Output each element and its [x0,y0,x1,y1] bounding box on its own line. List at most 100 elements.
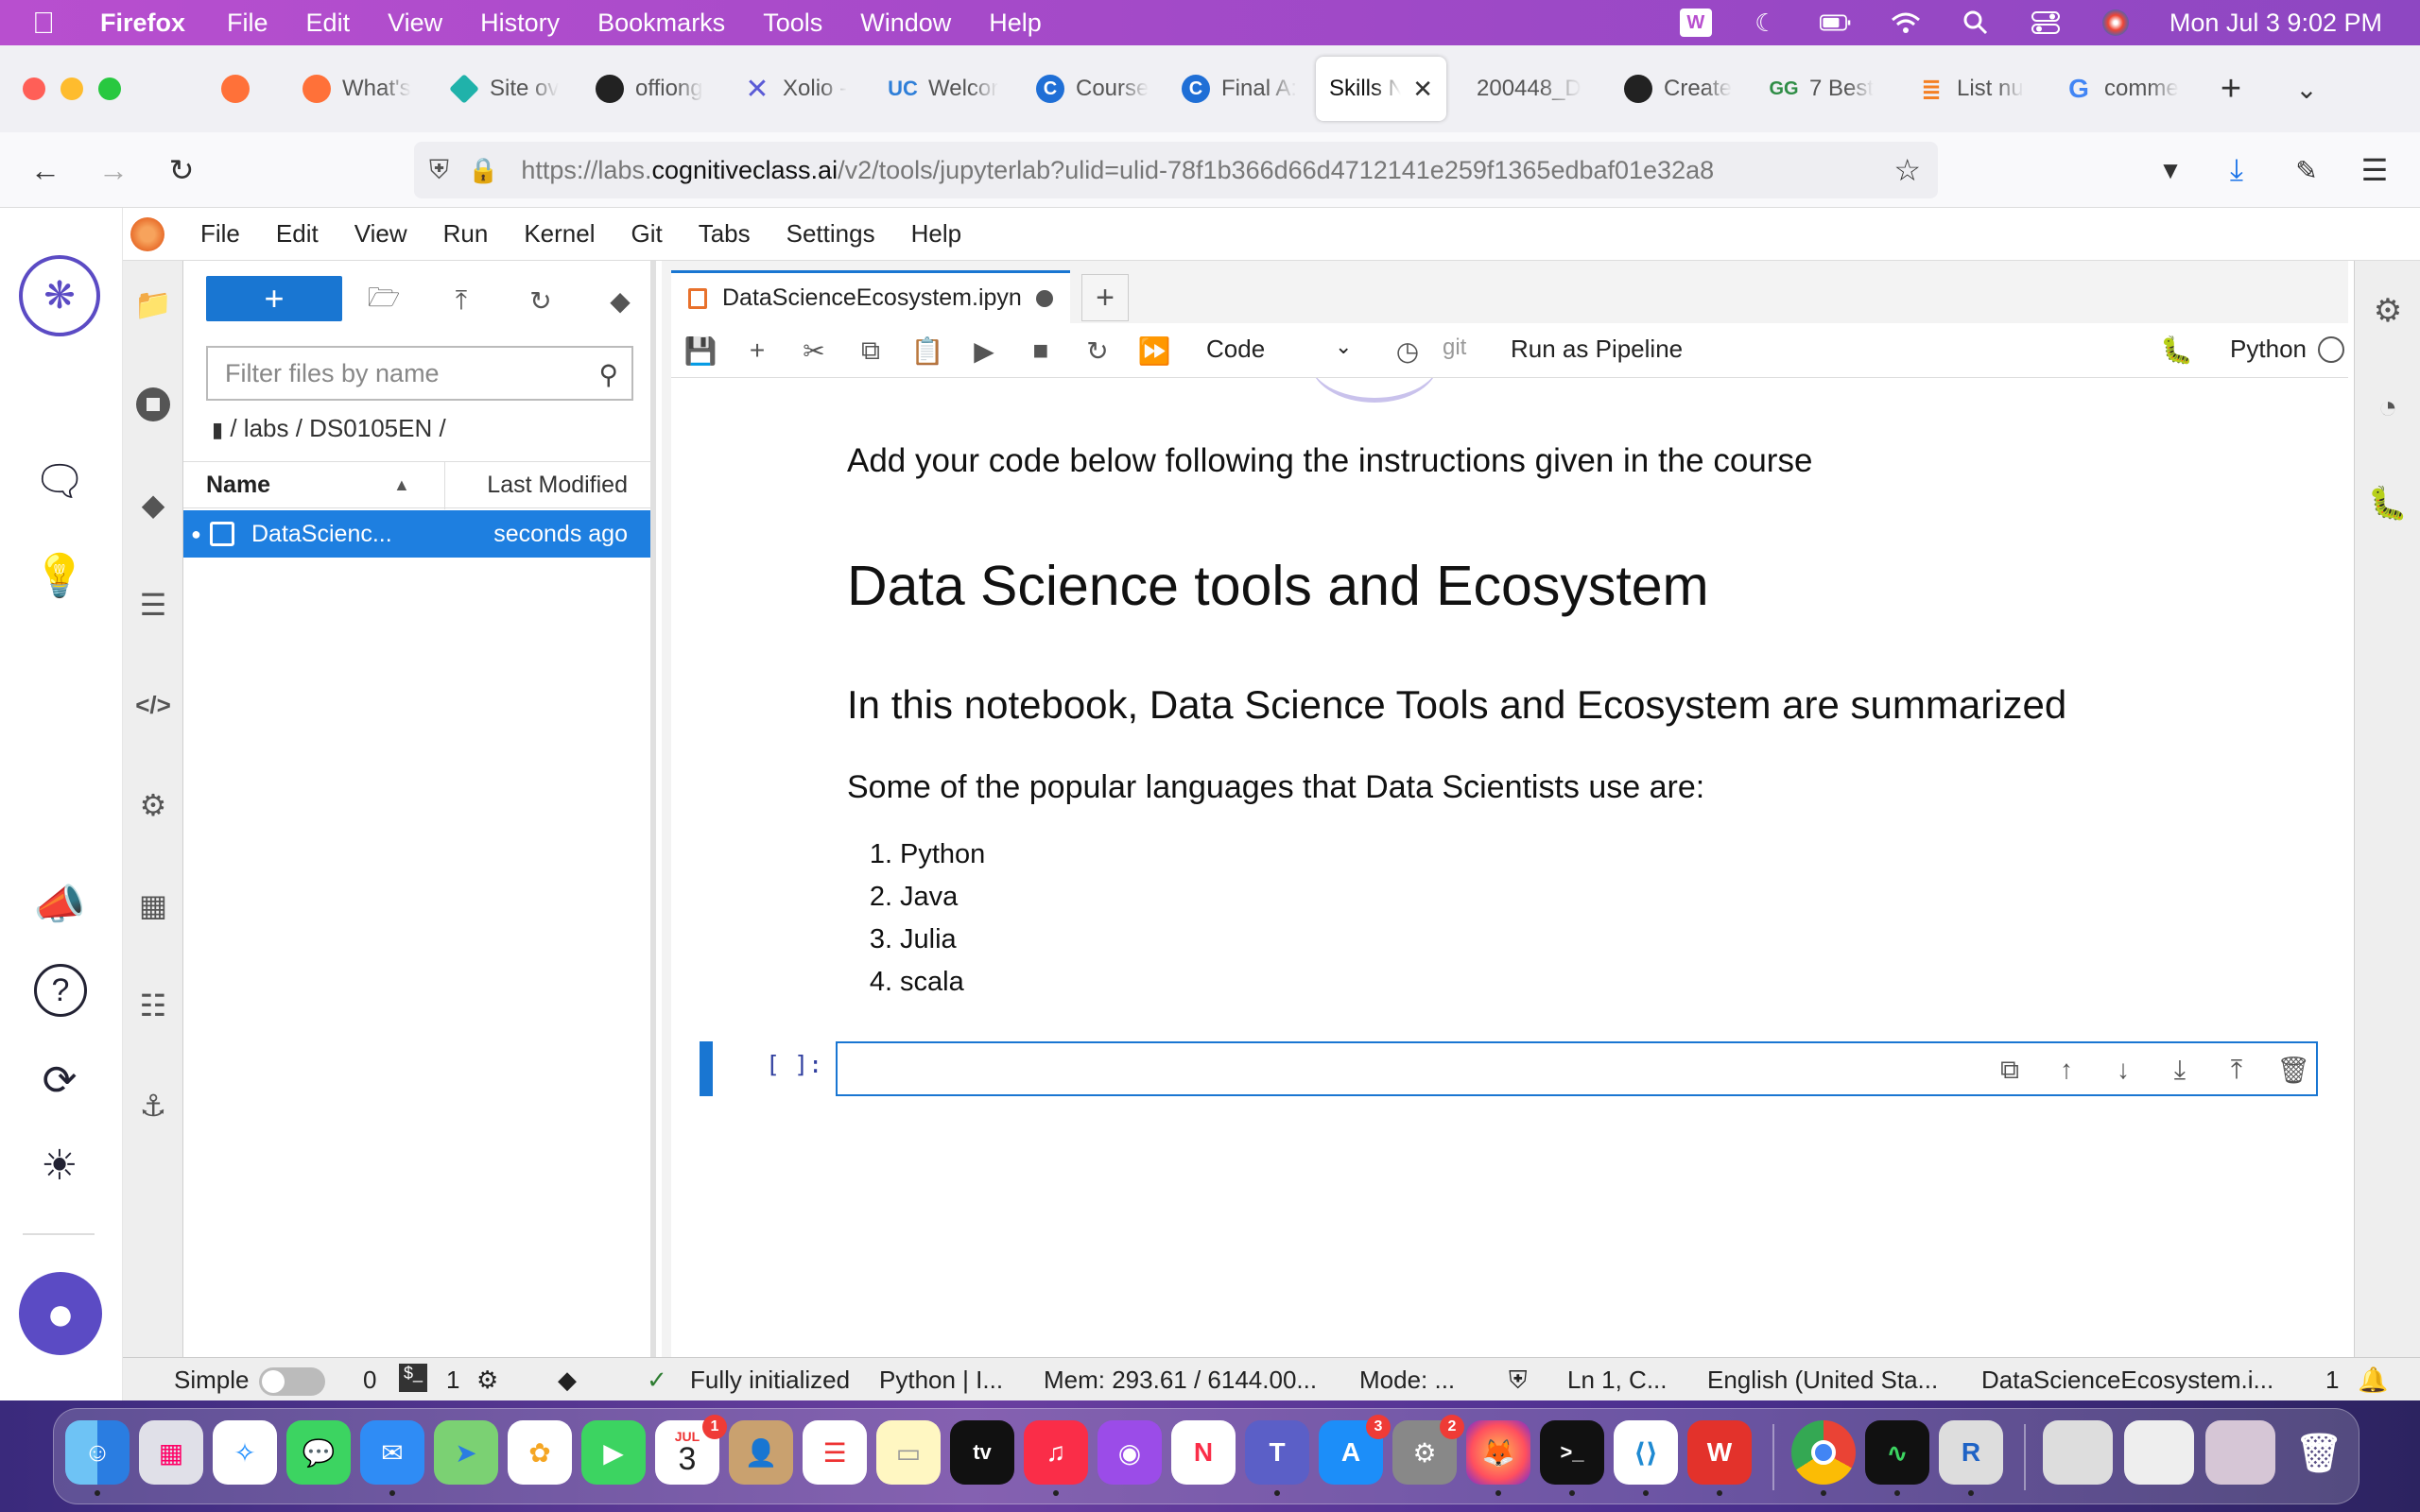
wps-status-icon[interactable]: W [1679,9,1712,37]
mac-menu-window[interactable]: Window [860,9,951,38]
help-icon[interactable]: ? [34,964,87,1017]
running-sessions-icon[interactable] [132,384,174,425]
add-tab-button[interactable]: + [1081,274,1129,321]
file-filter-input[interactable]: Filter files by name ⚲ [206,346,633,401]
mac-menu-edit[interactable]: Edit [306,9,351,38]
contacts-icon[interactable]: 👤 [729,1420,793,1485]
cpu-icon[interactable]: ⚙ [476,1366,498,1395]
window-minimize-button[interactable] [60,77,83,100]
move-up-icon[interactable]: ↑ [2049,1053,2083,1087]
window-zoom-button[interactable] [98,77,121,100]
kernel-status[interactable]: Python | I... [879,1366,1003,1395]
jmenu-view[interactable]: View [354,219,407,249]
kernel-name[interactable]: Python [2230,335,2307,364]
cut-icon[interactable]: ✂ [798,335,830,367]
debugger-icon[interactable]: 🐛 [2160,335,2193,366]
firefox-icon[interactable]: 🦊 [1466,1420,1530,1485]
megaphone-icon[interactable]: 📣 [28,873,91,936]
hamburger-menu-icon[interactable]: ☰ [2354,149,2395,191]
run-as-pipeline-button[interactable]: Run as Pipeline [1511,335,1683,364]
cell-type-select[interactable]: Code ⌄ [1206,335,1352,364]
breadcrumb[interactable]: ▮ / labs / DS0105EN / [212,414,446,443]
puzzle-icon[interactable]: ⚓ [132,1085,174,1126]
user-avatar-icon[interactable]: ● [19,1272,102,1355]
menubar-clock[interactable]: Mon Jul 3 9:02 PM [2169,9,2382,38]
control-center-icon[interactable] [2030,9,2062,37]
browser-tab[interactable]: ≣ List nu [1917,57,2040,121]
duplicate-cell-icon[interactable]: ⧉ [1993,1053,2027,1087]
app-store-icon[interactable]: A3 [1319,1415,1391,1485]
system-settings-icon[interactable]: ⚙ 2 [1392,1415,1464,1485]
insert-above-icon[interactable]: ⤓ [2163,1053,2197,1087]
bookmark-star-icon[interactable]: ☆ [1893,152,1921,188]
property-inspector-icon[interactable]: ⚙ [132,784,174,826]
jmenu-run[interactable]: Run [443,219,489,249]
news-icon[interactable]: N [1171,1420,1236,1485]
moon-icon[interactable]: ☾ [1750,9,1782,37]
column-divider[interactable] [444,462,445,509]
lock-icon[interactable]: 🔒 [468,156,498,185]
delete-cell-icon[interactable]: 🗑 [2276,1053,2310,1087]
insert-below-icon[interactable]: ⤒ [2220,1053,2254,1087]
extension-manager-icon[interactable]: ☷ [132,985,174,1026]
reload-icon[interactable]: ↻ [161,149,202,191]
music-icon[interactable]: ♫ [1024,1420,1088,1485]
restart-icon[interactable]: ↻ [1081,335,1114,367]
simple-mode-toggle[interactable] [259,1367,325,1396]
notes-icon[interactable]: ▭ [876,1420,941,1485]
mac-menu-bookmarks[interactable]: Bookmarks [597,9,725,38]
new-folder-icon[interactable]: 🗁 [367,283,401,318]
fast-forward-icon[interactable]: ⏩ [1138,335,1171,367]
jmenu-edit[interactable]: Edit [276,219,319,249]
notification-count[interactable]: 1 [2325,1366,2339,1395]
code-cell-active[interactable]: [ ]: ⧉ ↑ ↓ ⤓ ⤒ 🗑 [671,1041,2348,1096]
jmenu-file[interactable]: File [200,219,240,249]
r-app-icon[interactable]: R [1939,1420,2003,1485]
terminal-count[interactable]: 0 [363,1366,376,1395]
clock-icon[interactable]: ◷ [1392,335,1424,367]
spotlight-search-icon[interactable] [1960,9,1992,37]
back-icon[interactable]: ← [25,149,66,191]
notebook-tab[interactable]: DataScienceEcosystem.ipyn [671,270,1070,323]
finder-icon[interactable]: ☺ [65,1420,130,1485]
minimized-window-thumbnail[interactable] [2124,1420,2194,1485]
trash-icon[interactable]: 🗑 [2287,1420,2351,1485]
downloads-icon[interactable]: ⤓ [2216,149,2257,191]
teams-icon[interactable]: T [1245,1420,1309,1485]
apple-menu-icon[interactable]:  [32,6,81,41]
browser-tab[interactable]: ✕ Xolio - [743,57,866,121]
display-language[interactable]: English (United Sta... [1707,1366,1938,1395]
paste-icon[interactable]: 📋 [911,335,944,367]
move-down-icon[interactable]: ↓ [2106,1053,2140,1087]
apple-tv-icon[interactable]: tv [950,1420,1014,1485]
wifi-icon[interactable] [1890,9,1922,37]
browser-tab[interactable]: offiong [596,57,718,121]
code-input[interactable]: ⧉ ↑ ↓ ⤓ ⤒ 🗑 [836,1041,2318,1096]
lightbulb-icon[interactable]: 💡 [28,544,91,607]
facetime-icon[interactable]: ▶ [581,1420,646,1485]
column-name-header[interactable]: Name [206,472,270,499]
minimized-window-thumbnail[interactable] [2043,1420,2113,1485]
browser-tab[interactable]: Site ov [450,57,573,121]
jmenu-tabs[interactable]: Tabs [699,219,751,249]
copy-icon[interactable]: ⧉ [855,335,887,367]
upload-icon[interactable]: ⤒ [444,284,478,318]
mac-menu-tools[interactable]: Tools [763,9,822,38]
sort-ascending-icon[interactable]: ▲ [393,475,410,495]
kernel-count[interactable]: 1 [446,1366,459,1395]
brightness-icon[interactable]: ☀ [28,1134,91,1196]
mac-menu-file[interactable]: File [227,9,268,38]
new-tab-button[interactable]: + [2210,57,2252,121]
run-icon[interactable]: ▶ [968,335,1000,367]
activity-monitor-icon[interactable]: ∿ [1865,1420,1929,1485]
minimized-window-thumbnail[interactable] [2205,1420,2275,1485]
shield-icon[interactable]: ⛨ [429,155,449,186]
jmenu-git[interactable]: Git [631,219,662,249]
chrome-icon[interactable] [1791,1420,1856,1485]
mac-menu-view[interactable]: View [388,9,442,38]
table-of-contents-icon[interactable]: ☰ [132,584,174,626]
stop-icon[interactable]: ■ [1025,335,1057,367]
terminal-icon[interactable]: $_ [399,1364,427,1392]
property-inspector-icon[interactable]: ⚙ [2368,291,2408,331]
insert-cell-icon[interactable]: + [741,335,773,367]
